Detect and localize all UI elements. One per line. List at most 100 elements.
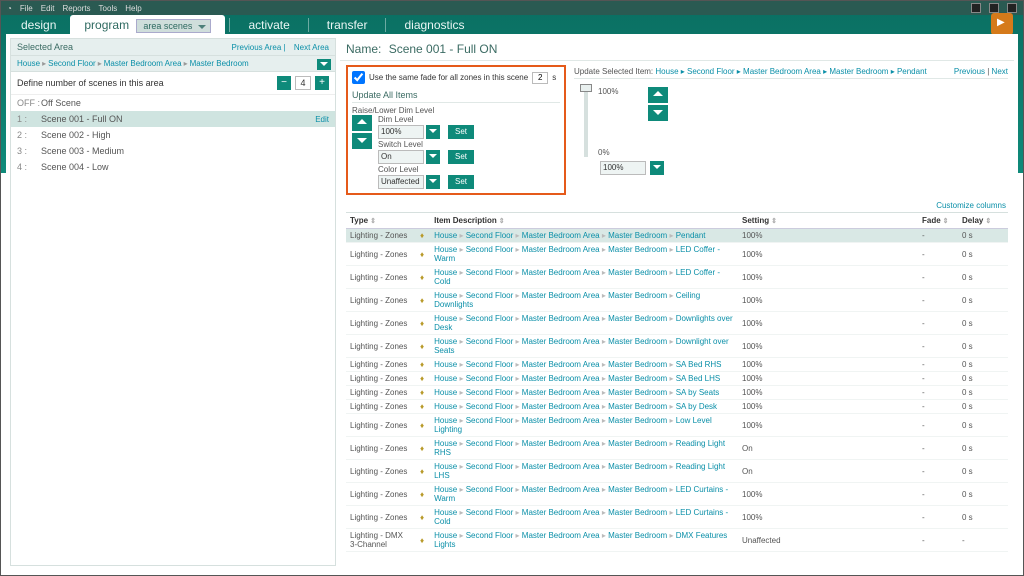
item-description[interactable]: House ▸ Second Floor ▸ Master Bedroom Ar… xyxy=(430,400,738,414)
table-row[interactable]: Lighting - DMX 3-Channel♦House ▸ Second … xyxy=(346,529,1008,552)
selected-lower-button[interactable] xyxy=(648,105,668,121)
scene-row[interactable]: 4 :Scene 004 - Low xyxy=(11,159,335,175)
edit-live-button[interactable] xyxy=(991,13,1013,35)
crumb-3[interactable]: Master Bedroom xyxy=(190,59,249,68)
slider-thumb[interactable] xyxy=(580,84,592,92)
color-level-select[interactable]: Unaffected xyxy=(378,175,424,189)
switch-set-button[interactable]: Set xyxy=(448,150,474,164)
table-row[interactable]: Lighting - Zones♦House ▸ Second Floor ▸ … xyxy=(346,289,1008,312)
item-description[interactable]: House ▸ Second Floor ▸ Master Bedroom Ar… xyxy=(430,289,738,312)
item-description[interactable]: House ▸ Second Floor ▸ Master Bedroom Ar… xyxy=(430,386,738,400)
item-description[interactable]: House ▸ Second Floor ▸ Master Bedroom Ar… xyxy=(430,266,738,289)
menu-tools[interactable]: Tools xyxy=(99,4,118,13)
table-row[interactable]: Lighting - Zones♦House ▸ Second Floor ▸ … xyxy=(346,400,1008,414)
item-description[interactable]: House ▸ Second Floor ▸ Master Bedroom Ar… xyxy=(430,483,738,506)
area-breadcrumb[interactable]: House▸ Second Floor▸ Master Bedroom Area… xyxy=(11,56,335,72)
table-row[interactable]: Lighting - Zones♦House ▸ Second Floor ▸ … xyxy=(346,483,1008,506)
item-description[interactable]: House ▸ Second Floor ▸ Master Bedroom Ar… xyxy=(430,529,738,552)
table-row[interactable]: Lighting - Zones♦House ▸ Second Floor ▸ … xyxy=(346,312,1008,335)
scene-row[interactable]: 1 :Scene 001 - Full ONEdit xyxy=(11,111,335,127)
customize-columns-link[interactable]: Customize columns xyxy=(936,201,1006,210)
dim-set-button[interactable]: Set xyxy=(448,125,474,139)
switch-level-dropdown[interactable] xyxy=(426,150,440,164)
item-description[interactable]: House ▸ Second Floor ▸ Master Bedroom Ar… xyxy=(430,372,738,386)
tab-program[interactable]: program area scenes xyxy=(70,15,225,35)
bulb-icon: ♦ xyxy=(420,319,424,328)
tab-transfer[interactable]: transfer xyxy=(313,15,382,35)
lower-dim-button[interactable] xyxy=(352,133,372,149)
app-icon: ◔ xyxy=(7,4,12,13)
bulb-icon: ♦ xyxy=(420,231,424,240)
bulb-icon: ♦ xyxy=(420,402,424,411)
item-description[interactable]: House ▸ Second Floor ▸ Master Bedroom Ar… xyxy=(430,335,738,358)
prev-item-link[interactable]: Previous xyxy=(954,67,985,76)
level-slider[interactable] xyxy=(584,87,588,157)
table-row[interactable]: Lighting - Zones♦House ▸ Second Floor ▸ … xyxy=(346,437,1008,460)
program-subselect[interactable]: area scenes xyxy=(136,19,211,33)
scene-row[interactable]: 3 :Scene 003 - Medium xyxy=(11,143,335,159)
table-row[interactable]: Lighting - Zones♦House ▸ Second Floor ▸ … xyxy=(346,414,1008,437)
next-area-link[interactable]: Next Area xyxy=(294,43,329,52)
selected-level-select[interactable]: 100% xyxy=(600,161,646,175)
scene-count-plus[interactable]: + xyxy=(315,76,329,90)
col-header[interactable]: Type⇕ xyxy=(346,213,416,229)
item-description[interactable]: House ▸ Second Floor ▸ Master Bedroom Ar… xyxy=(430,312,738,335)
item-description[interactable]: House ▸ Second Floor ▸ Master Bedroom Ar… xyxy=(430,437,738,460)
table-row[interactable]: Lighting - Zones♦House ▸ Second Floor ▸ … xyxy=(346,229,1008,243)
tab-activate[interactable]: activate xyxy=(234,15,303,35)
same-fade-label: Use the same fade for all zones in this … xyxy=(369,73,528,82)
item-description[interactable]: House ▸ Second Floor ▸ Master Bedroom Ar… xyxy=(430,460,738,483)
item-description[interactable]: House ▸ Second Floor ▸ Master Bedroom Ar… xyxy=(430,229,738,243)
table-row[interactable]: Lighting - Zones♦House ▸ Second Floor ▸ … xyxy=(346,460,1008,483)
breadcrumb-dropdown[interactable] xyxy=(317,59,331,70)
window-minimize[interactable] xyxy=(971,3,981,13)
fade-seconds-input[interactable] xyxy=(532,72,548,84)
dim-level-select[interactable]: 100% xyxy=(378,125,424,139)
col-header[interactable]: Item Description⇕ xyxy=(430,213,738,229)
menu-reports[interactable]: Reports xyxy=(63,4,91,13)
item-description[interactable]: House ▸ Second Floor ▸ Master Bedroom Ar… xyxy=(430,414,738,437)
scene-edit-link[interactable]: Edit xyxy=(315,115,329,124)
col-header[interactable]: Delay⇕ xyxy=(958,213,1008,229)
table-row[interactable]: Lighting - Zones♦House ▸ Second Floor ▸ … xyxy=(346,358,1008,372)
col-header[interactable]: Setting⇕ xyxy=(738,213,918,229)
crumb-0[interactable]: House xyxy=(17,59,40,68)
scene-count-value[interactable]: 4 xyxy=(295,76,311,90)
next-item-link[interactable]: Next xyxy=(992,67,1008,76)
crumb-2[interactable]: Master Bedroom Area xyxy=(104,59,182,68)
scene-count-minus[interactable]: − xyxy=(277,76,291,90)
dim-level-label: Dim Level xyxy=(378,115,474,124)
dim-level-dropdown[interactable] xyxy=(426,125,440,139)
menu-help[interactable]: Help xyxy=(125,4,141,13)
selected-level-dropdown[interactable] xyxy=(650,161,664,175)
item-description[interactable]: House ▸ Second Floor ▸ Master Bedroom Ar… xyxy=(430,243,738,266)
color-set-button[interactable]: Set xyxy=(448,175,474,189)
table-row[interactable]: Lighting - Zones♦House ▸ Second Floor ▸ … xyxy=(346,335,1008,358)
selected-raise-button[interactable] xyxy=(648,87,668,103)
selected-item-path[interactable]: House ▸ Second Floor ▸ Master Bedroom Ar… xyxy=(655,67,926,76)
item-description[interactable]: House ▸ Second Floor ▸ Master Bedroom Ar… xyxy=(430,506,738,529)
col-header[interactable] xyxy=(416,213,430,229)
menu-file[interactable]: File xyxy=(20,4,33,13)
item-description[interactable]: House ▸ Second Floor ▸ Master Bedroom Ar… xyxy=(430,358,738,372)
table-row[interactable]: Lighting - Zones♦House ▸ Second Floor ▸ … xyxy=(346,506,1008,529)
raise-dim-button[interactable] xyxy=(352,115,372,131)
tab-diagnostics[interactable]: diagnostics xyxy=(390,15,478,35)
scene-row[interactable]: 2 :Scene 002 - High xyxy=(11,127,335,143)
scene-row[interactable]: OFF :Off Scene xyxy=(11,95,335,111)
table-row[interactable]: Lighting - Zones♦House ▸ Second Floor ▸ … xyxy=(346,243,1008,266)
switch-level-select[interactable]: On xyxy=(378,150,424,164)
tab-design[interactable]: design xyxy=(7,15,70,35)
col-header[interactable]: Fade⇕ xyxy=(918,213,958,229)
table-row[interactable]: Lighting - Zones♦House ▸ Second Floor ▸ … xyxy=(346,386,1008,400)
previous-area-link[interactable]: Previous Area xyxy=(232,43,282,52)
bulb-icon: ♦ xyxy=(420,273,424,282)
color-level-dropdown[interactable] xyxy=(426,175,440,189)
crumb-1[interactable]: Second Floor xyxy=(48,59,96,68)
table-row[interactable]: Lighting - Zones♦House ▸ Second Floor ▸ … xyxy=(346,266,1008,289)
window-close[interactable] xyxy=(1007,3,1017,13)
same-fade-checkbox[interactable] xyxy=(352,71,365,84)
table-row[interactable]: Lighting - Zones♦House ▸ Second Floor ▸ … xyxy=(346,372,1008,386)
menu-edit[interactable]: Edit xyxy=(41,4,55,13)
window-maximize[interactable] xyxy=(989,3,999,13)
